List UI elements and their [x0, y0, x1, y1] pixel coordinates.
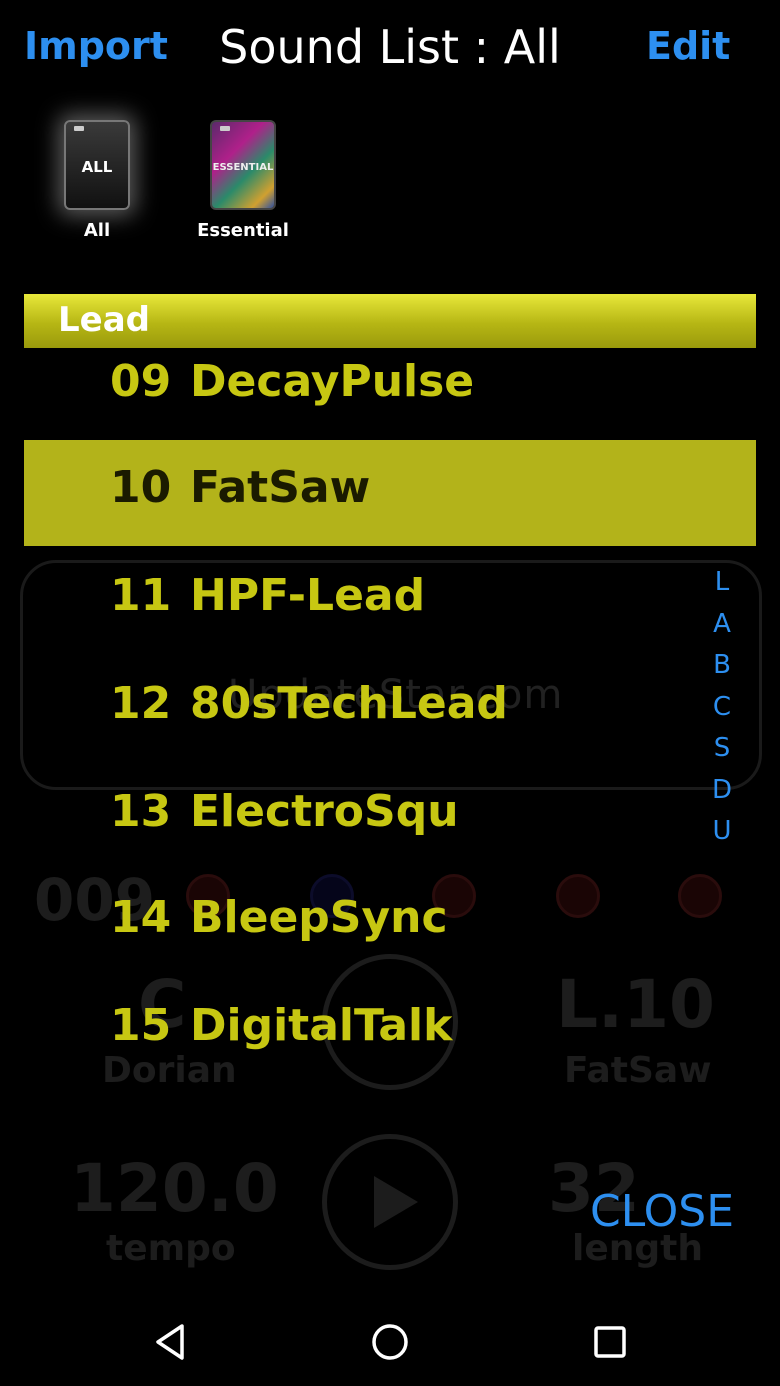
item-number: 15: [110, 1000, 172, 1051]
recent-square-icon[interactable]: [586, 1318, 634, 1366]
bg-tempo-label: tempo: [106, 1228, 236, 1269]
list-item[interactable]: 14 BleepSync: [24, 870, 756, 976]
index-letter[interactable]: L: [700, 562, 744, 604]
sd-card-icon: ESSENTIAL: [210, 120, 276, 210]
bg-play-button: [322, 1134, 458, 1270]
list-item[interactable]: 13 ElectroSqu: [24, 764, 756, 870]
back-triangle-icon[interactable]: [148, 1318, 196, 1366]
item-name: 80sTechLead: [190, 678, 508, 729]
index-letter[interactable]: U: [700, 811, 744, 853]
bg-play-icon: [374, 1176, 418, 1228]
navigation-bar: [0, 1296, 780, 1386]
category-label: All: [83, 220, 111, 241]
list-item[interactable]: 11 HPF-Lead: [24, 548, 756, 654]
item-number: 13: [110, 786, 172, 837]
item-number: 14: [110, 892, 172, 943]
list-item[interactable]: 09 DecayPulse: [24, 334, 756, 440]
index-letter[interactable]: B: [700, 645, 744, 687]
list-item[interactable]: 15 DigitalTalk: [24, 978, 756, 1084]
list-item[interactable]: 12 80sTechLead: [24, 656, 756, 762]
index-letter[interactable]: A: [700, 604, 744, 646]
index-letter[interactable]: S: [700, 728, 744, 770]
item-name: ElectroSqu: [190, 786, 459, 837]
item-number: 12: [110, 678, 172, 729]
list-item-selected[interactable]: 10 FatSaw: [24, 440, 756, 546]
card-text: ALL: [81, 158, 113, 176]
item-number: 10: [110, 462, 172, 513]
index-letter[interactable]: D: [700, 770, 744, 812]
edit-button[interactable]: Edit: [646, 24, 730, 68]
category-essential[interactable]: ESSENTIAL Essential: [188, 120, 298, 241]
item-name: DecayPulse: [190, 356, 475, 407]
item-name: FatSaw: [190, 462, 371, 513]
item-name: DigitalTalk: [190, 1000, 453, 1051]
bg-tempo-value: 120.0: [70, 1150, 279, 1227]
item-number: 11: [110, 570, 172, 621]
sd-card-icon: ALL: [64, 120, 130, 210]
index-letter[interactable]: C: [700, 687, 744, 729]
category-all[interactable]: ALL All: [42, 120, 152, 241]
category-label: Essential: [197, 220, 289, 241]
header: Import Sound List : All Edit: [0, 0, 780, 100]
item-name: BleepSync: [190, 892, 448, 943]
alpha-index[interactable]: L A B C S D U: [700, 562, 744, 853]
home-circle-icon[interactable]: [366, 1318, 414, 1366]
item-number: 09: [110, 356, 172, 407]
card-text: ESSENTIAL: [212, 162, 274, 173]
close-button[interactable]: CLOSE: [590, 1186, 734, 1237]
item-name: HPF-Lead: [190, 570, 426, 621]
